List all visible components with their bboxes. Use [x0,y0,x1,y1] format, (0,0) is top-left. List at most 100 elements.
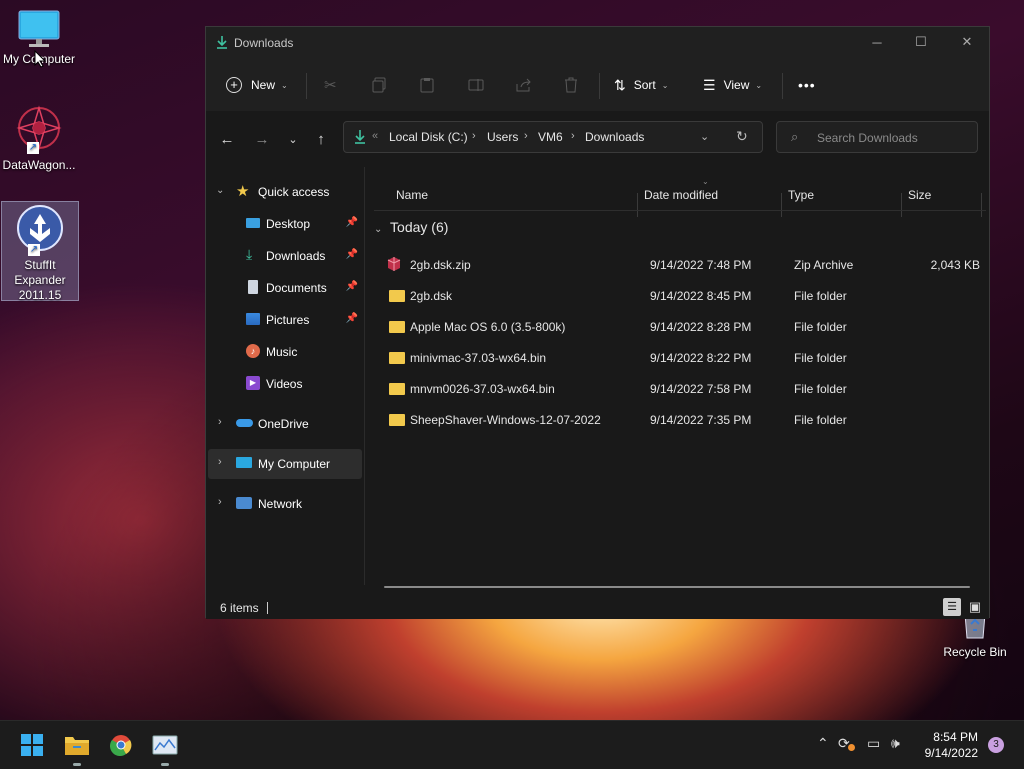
file-explorer-taskbar-button[interactable] [59,729,95,766]
sidebar-item-my-computer[interactable]: › My Computer [208,449,362,479]
minimize-button[interactable]: ─ [854,27,900,57]
expand-chevron-icon[interactable]: › [218,496,222,508]
breadcrumb-local-disk[interactable]: Local Disk (C:) [389,130,468,144]
column-header-name[interactable]: Name [376,177,636,209]
new-label: New [251,78,276,92]
share-icon [516,78,531,92]
sidebar-item-label: My Computer [258,457,331,471]
sidebar-item-music[interactable]: ♪ Music [208,337,362,367]
view-button[interactable]: ☰ View ⌄ [703,59,762,111]
sidebar-item-label: Videos [266,377,303,391]
file-row[interactable]: Apple Mac OS 6.0 (3.5-800k) 9/14/2022 8:… [381,313,981,341]
file-row[interactable]: minivmac-37.03-wx64.bin 9/14/2022 8:22 P… [381,344,981,372]
toolbar-separator [782,73,783,99]
download-arrow-icon [355,130,365,144]
start-button[interactable] [14,729,50,761]
monitor-icon [18,10,60,47]
pin-icon[interactable]: 📌 [346,249,358,260]
desktop-icon-stuffit[interactable]: ↗ StuffIt Expander 2011.15 [1,201,79,302]
zip-archive-icon [387,257,401,271]
column-header-type[interactable]: Type [782,177,900,209]
breadcrumb-downloads[interactable]: Downloads [585,130,644,144]
details-view-button[interactable]: ☰ [943,598,961,616]
address-dropdown-button[interactable]: ⌄ [700,130,709,143]
cut-button[interactable]: ✂ [324,59,337,111]
column-header-size[interactable]: Size [902,177,982,209]
column-separator[interactable] [981,193,982,217]
picture-icon [246,313,260,325]
file-row[interactable]: mnvm0026-37.03-wx64.bin 9/14/2022 7:58 P… [381,375,981,403]
sidebar-item-network[interactable]: › Network [208,489,362,519]
group-chevron-icon: ⌄ [374,224,383,235]
running-indicator [73,763,81,766]
header-divider [374,210,986,211]
speaker-icon[interactable]: 🕪 [891,735,900,752]
delete-button[interactable] [564,59,578,111]
file-type: File folder [794,351,847,365]
breadcrumb-chevron-icon[interactable]: › [524,130,528,142]
chrome-taskbar-button[interactable] [103,729,139,761]
pin-icon[interactable]: 📌 [346,313,358,324]
sidebar-item-quick-access[interactable]: ⌄ ★ Quick access [208,177,362,207]
breadcrumb-users[interactable]: Users [487,130,518,144]
title-bar[interactable]: Downloads ─ ☐ ✕ [206,27,989,59]
search-input[interactable]: Search Downloads [817,131,918,145]
close-button[interactable]: ✕ [944,27,990,57]
sort-button[interactable]: ⇅ Sort ⌄ [614,59,668,111]
tiles-view-button[interactable]: ▣ [966,598,984,616]
overflow-chevron-icon: « [372,130,379,142]
view-label: View [723,78,750,92]
breadcrumb-vm6[interactable]: VM6 [538,130,563,144]
group-header-today[interactable]: ⌄ Today (6) [374,219,448,235]
running-indicator [161,763,169,766]
breadcrumb-chevron-icon[interactable]: › [472,130,476,142]
warning-dot [848,744,855,751]
expand-chevron-icon[interactable]: › [218,456,222,468]
back-button[interactable]: ← [216,129,238,151]
group-label: Today (6) [390,219,449,235]
status-bar: 6 items ☰ ▣ [206,597,989,619]
desktop-icon-datawagon[interactable]: ↗ DataWagon... [1,104,77,174]
more-options-button[interactable]: ••• [798,59,816,111]
file-type: File folder [794,289,847,303]
maximize-button[interactable]: ☐ [898,27,944,57]
sidebar-item-desktop[interactable]: Desktop 📌 [208,209,362,239]
search-box[interactable]: ⌕ Search Downloads [776,121,978,153]
sidebar-item-downloads[interactable]: ⤓ Downloads 📌 [208,241,362,271]
sync-icon[interactable]: ⟳ [838,735,855,752]
copy-button[interactable] [372,59,386,111]
breadcrumb-chevron-icon[interactable]: › [571,130,575,142]
sidebar-item-documents[interactable]: Documents 📌 [208,273,362,303]
notification-badge[interactable]: 3 [988,737,1004,753]
up-button[interactable]: ↑ [310,129,332,151]
file-date: 9/14/2022 7:35 PM [650,413,752,427]
sidebar-item-videos[interactable]: ▶ Videos [208,369,362,399]
pin-icon[interactable]: 📌 [346,217,358,228]
horizontal-scrollbar[interactable] [384,586,970,588]
pin-icon[interactable]: 📌 [346,281,358,292]
system-monitor-taskbar-button[interactable] [147,729,183,766]
recent-locations-button[interactable]: ⌄ [282,129,304,151]
paste-button[interactable] [420,59,434,111]
column-header-date[interactable]: ⌄ Date modified [638,177,780,209]
file-row[interactable]: 2gb.dsk 9/14/2022 8:45 PM File folder [381,282,981,310]
forward-button[interactable]: → [251,129,273,151]
sidebar-item-onedrive[interactable]: › OneDrive [208,409,362,439]
file-row[interactable]: 2gb.dsk.zip 9/14/2022 7:48 PM Zip Archiv… [381,251,981,279]
refresh-button[interactable]: ↻ [736,128,748,145]
rename-button[interactable] [468,59,484,111]
file-list: Name ⌄ Date modified Type Size ⌄ Today (… [366,167,990,585]
chevron-down-icon: ⌄ [755,80,763,90]
expand-chevron-icon[interactable]: › [218,416,222,428]
address-bar[interactable]: « Local Disk (C:) › Users › VM6 › Downlo… [343,121,763,153]
new-button[interactable]: + New ⌄ [226,59,288,111]
show-hidden-icons-button[interactable]: ⌃ [817,735,829,752]
expand-chevron-icon[interactable]: ⌄ [216,185,224,196]
file-row[interactable]: SheepShaver-Windows-12-07-2022 9/14/2022… [381,406,981,434]
share-button[interactable] [516,59,532,111]
taskbar-clock[interactable]: 8:54 PM 9/14/2022 [925,729,978,761]
sidebar-item-pictures[interactable]: Pictures 📌 [208,305,362,335]
file-name: Apple Mac OS 6.0 (3.5-800k) [410,320,566,334]
display-icon[interactable]: ▭ [867,735,880,752]
sidebar-item-label: Music [266,345,298,359]
